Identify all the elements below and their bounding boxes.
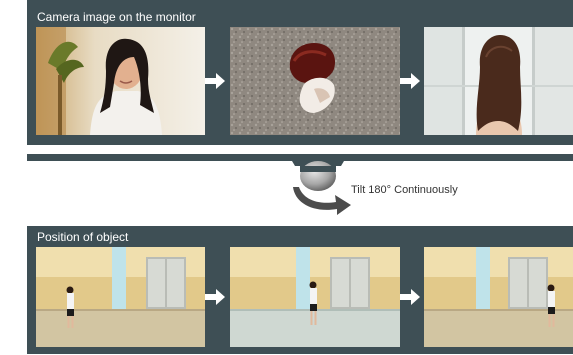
tilt-label: Tilt 180° Continuously xyxy=(351,184,458,196)
object-position-frame-2 xyxy=(230,247,400,347)
arrow-right-icon xyxy=(400,72,420,90)
object-position-panel: Position of object xyxy=(27,226,573,354)
monitor-image-front xyxy=(36,27,205,135)
arrow-right-shape xyxy=(205,73,225,89)
object-position-frame-1 xyxy=(36,247,205,347)
curved-arrow-icon xyxy=(289,183,355,217)
object-position-frame-3 xyxy=(424,247,573,347)
arrow-right-shape xyxy=(400,289,420,305)
monitor-image-back xyxy=(424,27,573,135)
monitor-image-overhead xyxy=(230,27,400,135)
arrow-right-shape xyxy=(400,73,420,89)
camera-image-panel: Camera image on the monitor xyxy=(27,0,573,145)
camera-image-panel-title: Camera image on the monitor xyxy=(37,10,196,24)
arrow-right-icon xyxy=(400,288,420,306)
arrow-right-icon xyxy=(205,72,225,90)
object-position-panel-title: Position of object xyxy=(37,230,129,244)
arrow-right-shape xyxy=(205,289,225,305)
arrow-right-icon xyxy=(205,288,225,306)
